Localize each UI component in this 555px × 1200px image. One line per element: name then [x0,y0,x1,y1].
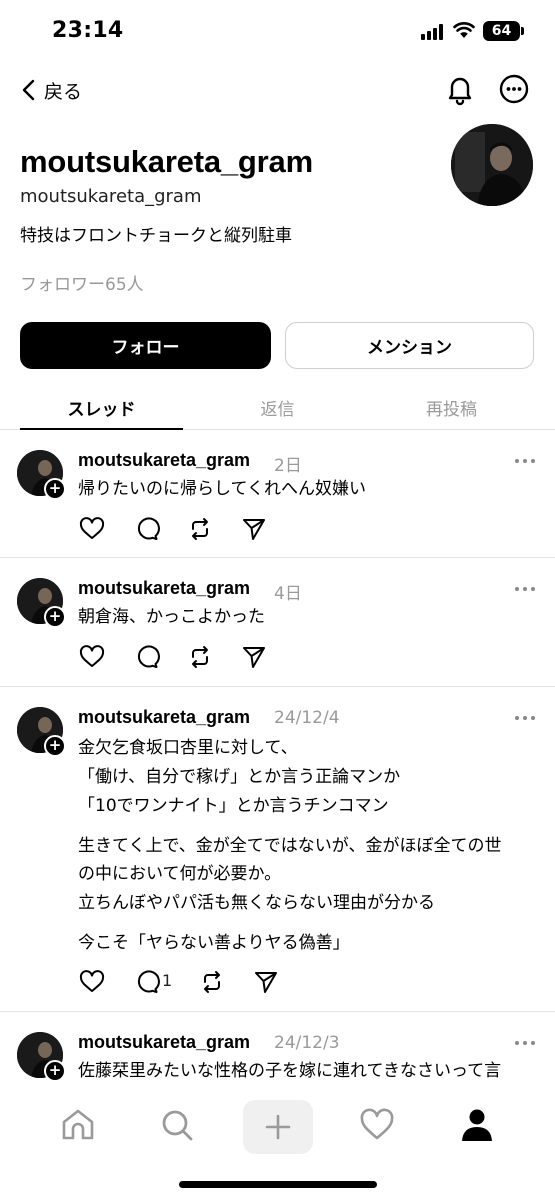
tab-reposts[interactable]: 再投稿 [370,384,533,430]
profile-page: 23:14 64 戻る moutsukareta_gram moutsukare… [0,0,555,1200]
mention-button[interactable]: メンション [285,322,534,369]
post-time: 24/12/3 [274,1033,340,1053]
reply-icon[interactable] [132,968,160,996]
home-icon[interactable] [58,1105,98,1145]
post-username[interactable]: moutsukareta_gram [78,450,250,471]
reply-icon[interactable] [132,515,160,543]
more-horizontal-icon[interactable] [514,456,536,466]
post-text: 朝倉海、かっこよかった [78,607,265,627]
thread-post[interactable]: + moutsukareta_gram 2日 帰りたいのに帰らしてくれへん奴嫌い [0,430,555,558]
tab-replies[interactable]: 返信 [196,384,359,430]
follow-plus-badge[interactable]: + [44,735,66,757]
thread-post[interactable]: + moutsukareta_gram 4日 朝倉海、かっこよかった [0,558,555,686]
new-thread-button[interactable] [243,1100,313,1154]
wifi-icon [453,22,475,38]
post-time: 4日 [274,584,302,604]
battery-indicator: 64 [483,21,520,41]
profile-tabs: スレッド 返信 再投稿 [0,384,555,430]
repost-icon[interactable] [186,643,214,671]
status-bar: 23:14 64 [0,0,555,64]
more-horizontal-icon[interactable] [514,584,536,594]
profile-bio: 特技はフロントチョークと縦列駐車 [20,226,292,246]
signal-icon [421,24,445,40]
more-options-icon[interactable] [497,72,531,106]
post-username[interactable]: moutsukareta_gram [78,707,250,728]
profile-icon[interactable] [457,1105,497,1145]
post-text: 帰りたいのに帰らしてくれへん奴嫌い [78,479,366,499]
like-icon[interactable] [78,643,106,671]
post-username[interactable]: moutsukareta_gram [78,1032,250,1053]
status-time: 23:14 [52,18,124,43]
follow-button[interactable]: フォロー [20,322,271,369]
back-label: 戻る [44,80,83,103]
followers-count[interactable]: フォロワー65人 [20,270,144,295]
battery-tip [521,27,524,35]
bell-icon[interactable] [443,72,477,106]
like-icon[interactable] [78,968,106,996]
thread-post[interactable]: + moutsukareta_gram 24/12/3 佐藤栞里みたいな性格の子… [0,1012,555,1093]
post-text-line: 金欠乞食坂口杏里に対して、 [78,738,298,758]
post-text-line: 「働け、自分で稼げ」とか言う正論マンか [78,767,401,787]
follow-plus-badge[interactable]: + [44,1060,66,1082]
more-horizontal-icon[interactable] [514,713,536,723]
post-text: 佐藤栞里みたいな性格の子を嫁に連れてきなさいって言 [78,1061,502,1081]
profile-name: moutsukareta_gram [20,144,313,179]
post-text-line: 「10でワンナイト」とか言うチンコマン [78,796,389,816]
post-text-line: の中において何が必要か。 [78,864,282,884]
follow-plus-badge[interactable]: + [44,606,66,628]
more-horizontal-icon[interactable] [514,1038,536,1048]
post-text-line: 立ちんぼやパパ活も無くならない理由が分かる [78,893,435,913]
repost-icon[interactable] [198,968,226,996]
share-icon[interactable] [252,968,280,996]
plus-icon [265,1114,291,1140]
like-icon[interactable] [78,515,106,543]
search-icon[interactable] [157,1105,197,1145]
reply-count: 1 [162,971,173,990]
post-time: 2日 [274,456,302,476]
follow-plus-badge[interactable]: + [44,478,66,500]
profile-handle: moutsukareta_gram [20,186,202,207]
share-icon[interactable] [240,515,268,543]
post-text-line: 生きてく上で、金が全てではないが、金がほぼ全ての世 [78,836,502,856]
tab-threads[interactable]: スレッド [20,384,183,430]
home-indicator [179,1181,377,1188]
post-username[interactable]: moutsukareta_gram [78,578,250,599]
chevron-left-icon [22,79,35,101]
thread-post[interactable]: + moutsukareta_gram 24/12/4 金欠乞食坂口杏里に対して… [0,687,555,1011]
heart-icon[interactable] [357,1105,397,1145]
reply-icon[interactable] [132,643,160,671]
profile-avatar[interactable] [451,124,533,206]
back-button[interactable]: 戻る [20,72,82,108]
post-time: 24/12/4 [274,708,340,728]
repost-icon[interactable] [186,515,214,543]
post-text-line: 今こそ「ヤらない善よりヤる偽善」 [78,933,350,953]
share-icon[interactable] [240,643,268,671]
